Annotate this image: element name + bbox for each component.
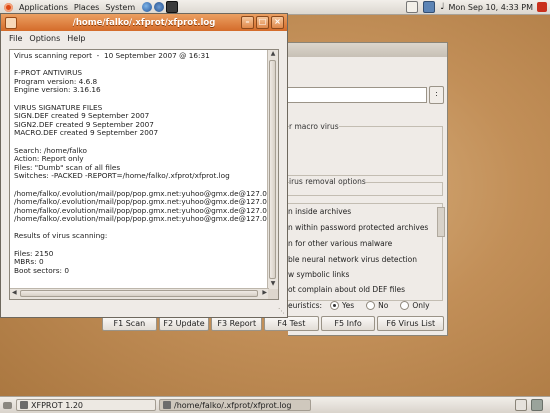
task-xfprot[interactable]: XFPROT 1.20 [16, 399, 156, 411]
scroll-left-icon[interactable]: ◀ [12, 289, 17, 296]
workspace-switcher-icon[interactable] [515, 399, 527, 411]
report-line: Boot sectors: 0 [14, 265, 69, 275]
terminal-icon[interactable] [166, 1, 179, 13]
option-password-archives[interactable]: n within password protected archives [288, 223, 428, 232]
menu-system[interactable]: System [102, 3, 138, 12]
menu-file[interactable]: File [9, 34, 22, 43]
system-tray: ♩ Mon Sep 10, 4:33 PM [402, 0, 550, 14]
resize-grip-icon[interactable]: ⋱ [278, 307, 285, 315]
window-controls: – □ × [239, 16, 284, 29]
log-task-icon [163, 401, 171, 409]
bottom-panel: XFPROT 1.20 /home/falko/.xfprot/xfprot.l… [0, 396, 550, 413]
heuristics-yes-label[interactable]: Yes [342, 301, 354, 310]
help-icon[interactable] [154, 2, 165, 12]
heuristics-only-label[interactable]: Only [412, 301, 429, 310]
option-other-malware[interactable]: n for other various malware [288, 239, 392, 248]
scroll-up-icon[interactable]: ▲ [268, 50, 278, 59]
clock[interactable]: Mon Sep 10, 4:33 PM [448, 3, 533, 12]
power-icon[interactable] [537, 2, 547, 12]
close-button[interactable]: × [271, 16, 284, 29]
task-log-viewer[interactable]: /home/falko/.xfprot/xfprot.log [159, 399, 311, 411]
volume-icon[interactable]: ♩ [440, 2, 444, 12]
log-menubar: File Options Help [1, 31, 287, 46]
heuristics-row: euristics: Yes No Only [288, 301, 430, 310]
menu-help[interactable]: Help [67, 34, 85, 43]
log-window-titlebar[interactable]: /home/falko/.xfprot/xfprot.log – □ × [1, 14, 287, 31]
log-window: /home/falko/.xfprot/xfprot.log – □ × Fil… [0, 13, 288, 318]
xfprot-window: : r macro virus irus removal options n i… [288, 42, 448, 336]
mail-icon[interactable] [406, 1, 419, 13]
heuristics-yes-radio[interactable] [330, 301, 340, 310]
function-key-bar: F1 Scan F2 Update F3 Report F4 Test F5 I… [102, 316, 445, 333]
report-line: Virus scanning report - 10 September 200… [14, 52, 210, 60]
menu-options[interactable]: Options [29, 34, 60, 43]
xfprot-task-icon [20, 401, 28, 409]
option-neural-network[interactable]: ble neural network virus detection [288, 255, 417, 264]
f4-test-button[interactable]: F4 Test [264, 316, 319, 331]
vertical-scrollbar[interactable]: ▲ ▼ [267, 50, 278, 289]
scroll-corner [268, 289, 278, 299]
trash-icon[interactable] [531, 399, 543, 411]
task-log-label: /home/falko/.xfprot/xfprot.log [174, 400, 292, 410]
minimize-button[interactable]: – [241, 16, 254, 29]
horizontal-scroll-thumb[interactable] [20, 290, 258, 297]
scroll-down-icon[interactable]: ▼ [268, 280, 278, 289]
report-line: MACRO.DEF created 9 September 2007 [14, 128, 159, 138]
show-desktop-icon[interactable] [3, 401, 12, 409]
search-path-field[interactable] [288, 87, 427, 103]
network-icon[interactable] [423, 1, 436, 13]
log-text-area[interactable]: Virus scanning report - 10 September 200… [9, 49, 279, 300]
options-scrollbar[interactable] [437, 207, 445, 237]
xfprot-titlebar[interactable] [288, 43, 447, 57]
horizontal-scrollbar[interactable]: ◀ ▶ [10, 288, 269, 299]
ubuntu-logo-icon[interactable] [4, 2, 13, 12]
f3-report-button[interactable]: F3 Report [211, 316, 263, 331]
macro-frame-label: r macro virus [289, 122, 339, 131]
vertical-scroll-thumb[interactable] [269, 60, 276, 279]
menu-applications[interactable]: Applications [16, 3, 71, 12]
option-symbolic-links[interactable]: w symbolic links [288, 270, 349, 279]
scroll-right-icon[interactable]: ▶ [262, 289, 267, 296]
f1-scan-button[interactable]: F1 Scan [102, 316, 157, 331]
f6-virus-list-button[interactable]: F6 Virus List [377, 316, 445, 331]
heuristics-no-radio[interactable] [366, 301, 376, 310]
removal-frame-label: irus removal options [289, 177, 366, 186]
report-line: /home/falko/.evolution/mail/pop/pop.gmx.… [14, 214, 267, 224]
task-xfprot-label: XFPROT 1.20 [31, 400, 84, 410]
report-line: Switches: -PACKED -REPORT=/home/falko/.x… [14, 171, 230, 181]
f5-info-button[interactable]: F5 Info [320, 316, 376, 331]
heuristics-no-label[interactable]: No [378, 301, 388, 310]
maximize-button[interactable]: □ [256, 16, 269, 29]
menu-places[interactable]: Places [71, 3, 102, 12]
macro-frame [288, 126, 443, 176]
heuristics-label: euristics: [288, 301, 323, 310]
f2-update-button[interactable]: F2 Update [158, 316, 210, 331]
option-old-def-files[interactable]: ot complain about old DEF files [288, 285, 405, 294]
option-archives[interactable]: n inside archives [288, 207, 351, 216]
report-line: Engine version: 3.16.16 [14, 85, 101, 95]
firefox-icon[interactable] [142, 2, 153, 12]
heuristics-only-radio[interactable] [400, 301, 410, 310]
report-line: Files: 2150 [14, 248, 54, 258]
browse-button[interactable]: : [429, 86, 444, 104]
report-text: Virus scanning report - 10 September 200… [14, 52, 267, 288]
report-line: Results of virus scanning: [14, 231, 108, 241]
